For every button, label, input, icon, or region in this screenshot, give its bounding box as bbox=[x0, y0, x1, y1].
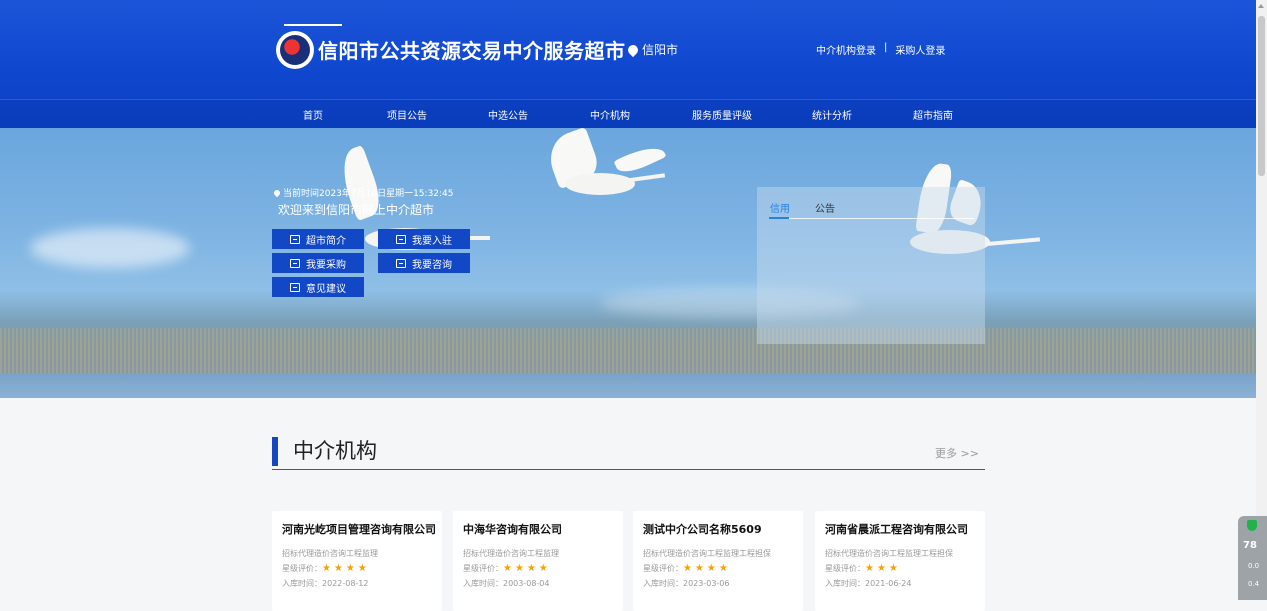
agency-rating: 星级评价：★★★★ bbox=[463, 563, 613, 574]
cloud bbox=[30, 228, 190, 268]
main-nav: 首页 项目公告 中选公告 中介机构 服务质量评级 统计分析 超市指南 bbox=[0, 99, 1256, 128]
section-divider bbox=[272, 469, 985, 470]
button-label: 我要入驻 bbox=[412, 235, 452, 247]
login-separator: | bbox=[884, 42, 888, 53]
agency-join-date: 入库时间：2003-08-04 bbox=[463, 579, 550, 588]
upload-speed: 0.0 bbox=[1248, 562, 1260, 570]
nav-active-indicator bbox=[284, 24, 342, 26]
feedback-button[interactable]: 意见建议 bbox=[272, 277, 364, 297]
section-accent-bar bbox=[272, 437, 278, 466]
nav-statistics[interactable]: 统计分析 bbox=[812, 107, 852, 122]
notice-panel: 信用 公告 bbox=[757, 187, 985, 344]
button-label: 超市简介 bbox=[306, 235, 346, 247]
agency-login-link[interactable]: 中介机构登录 bbox=[816, 42, 876, 57]
star-rating: ★★★★ bbox=[322, 563, 370, 574]
city-label: 信阳市 bbox=[642, 43, 679, 57]
nav-service-rating[interactable]: 服务质量评级 bbox=[692, 107, 752, 122]
agency-card[interactable]: 河南光屹项目管理咨询有限公司 招标代理造价咨询工程监理 星级评价：★★★★ 入库… bbox=[272, 511, 442, 611]
purchase-button[interactable]: 我要采购 bbox=[272, 253, 364, 273]
tab-announcement[interactable]: 公告 bbox=[815, 200, 835, 215]
agency-services: 招标代理造价咨询工程监理 bbox=[282, 549, 378, 558]
agency-rating: 星级评价：★★★★ bbox=[643, 563, 793, 574]
widget-score: 78 bbox=[1243, 540, 1257, 551]
city-selector[interactable]: 信阳市 bbox=[625, 41, 679, 58]
star-rating: ★★★★ bbox=[503, 563, 551, 574]
agency-rating: 星级评价：★★★ bbox=[825, 563, 975, 574]
tab-active-indicator bbox=[769, 217, 789, 219]
hero-banner bbox=[0, 128, 1256, 398]
rating-label: 星级评价： bbox=[825, 564, 865, 573]
agency-services: 招标代理造价咨询工程监理工程担保 bbox=[643, 549, 771, 558]
scroll-up-icon[interactable] bbox=[1258, 4, 1264, 8]
rating-label: 星级评价： bbox=[643, 564, 683, 573]
welcome-text: 欢迎来到信阳市网上中介超市 bbox=[278, 203, 435, 217]
purchaser-login-link[interactable]: 采购人登录 bbox=[895, 42, 945, 57]
agency-name[interactable]: 测试中介公司名称5609 bbox=[643, 521, 793, 537]
cart-icon bbox=[290, 258, 300, 268]
logo-icon[interactable] bbox=[276, 31, 314, 69]
vertical-scrollbar[interactable] bbox=[1256, 0, 1267, 600]
swan-image bbox=[540, 128, 680, 208]
nav-home[interactable]: 首页 bbox=[303, 107, 323, 122]
agency-services: 招标代理造价咨询工程监理工程担保 bbox=[825, 549, 953, 558]
download-speed: 0.4 bbox=[1248, 580, 1260, 588]
register-icon bbox=[396, 234, 406, 244]
site-title[interactable]: 信阳市公共资源交易中介服务超市 bbox=[318, 35, 626, 64]
tab-divider bbox=[769, 218, 974, 219]
about-market-button[interactable]: 超市简介 bbox=[272, 229, 364, 249]
nav-agencies[interactable]: 中介机构 bbox=[590, 107, 630, 122]
agency-name[interactable]: 河南省晨派工程咨询有限公司 bbox=[825, 521, 975, 537]
edit-icon bbox=[290, 282, 300, 292]
button-label: 我要咨询 bbox=[412, 259, 452, 271]
star-rating: ★★★ bbox=[865, 563, 901, 574]
current-time-text: 当前时间2023年7月10日星期一15:32:45 bbox=[283, 189, 454, 199]
button-label: 意见建议 bbox=[306, 283, 346, 295]
login-links: 中介机构登录 | 采购人登录 bbox=[816, 42, 945, 57]
shield-icon bbox=[1247, 520, 1257, 531]
water-image bbox=[0, 373, 1256, 398]
agency-name[interactable]: 中海华咨询有限公司 bbox=[463, 521, 613, 537]
building-icon bbox=[290, 234, 300, 244]
nav-selection-notice[interactable]: 中选公告 bbox=[488, 107, 528, 122]
star-rating: ★★★★ bbox=[683, 563, 731, 574]
register-button[interactable]: 我要入驻 bbox=[378, 229, 470, 249]
consult-icon bbox=[396, 258, 406, 268]
network-monitor-widget[interactable]: 78 0.0 0.4 bbox=[1238, 516, 1267, 600]
rating-label: 星级评价： bbox=[463, 564, 503, 573]
section-title: 中介机构 bbox=[293, 439, 377, 463]
agency-card[interactable]: 测试中介公司名称5609 招标代理造价咨询工程监理工程担保 星级评价：★★★★ … bbox=[633, 511, 803, 611]
agency-rating: 星级评价：★★★★ bbox=[282, 563, 432, 574]
rating-label: 星级评价： bbox=[282, 564, 322, 573]
location-pin-icon bbox=[272, 188, 282, 197]
consult-button[interactable]: 我要咨询 bbox=[378, 253, 470, 273]
button-label: 我要采购 bbox=[306, 259, 346, 271]
agency-services: 招标代理造价咨询工程监理 bbox=[463, 549, 559, 558]
more-link[interactable]: 更多 >> bbox=[935, 445, 979, 461]
site-header: 信阳市公共资源交易中介服务超市 信阳市 中介机构登录 | 采购人登录 首页 项目… bbox=[0, 0, 1256, 128]
location-pin-icon bbox=[625, 42, 641, 57]
agency-join-date: 入库时间：2021-06-24 bbox=[825, 579, 912, 588]
agency-join-date: 入库时间：2023-03-06 bbox=[643, 579, 730, 588]
agency-join-date: 入库时间：2022-08-12 bbox=[282, 579, 369, 588]
scrollbar-thumb[interactable] bbox=[1258, 16, 1265, 176]
agency-card[interactable]: 河南省晨派工程咨询有限公司 招标代理造价咨询工程监理工程担保 星级评价：★★★ … bbox=[815, 511, 985, 611]
nav-guide[interactable]: 超市指南 bbox=[913, 107, 953, 122]
agency-name[interactable]: 河南光屹项目管理咨询有限公司 bbox=[282, 521, 436, 537]
agency-card[interactable]: 中海华咨询有限公司 招标代理造价咨询工程监理 星级评价：★★★★ 入库时间：20… bbox=[453, 511, 623, 611]
current-time: 当前时间2023年7月10日星期一15:32:45 bbox=[272, 186, 454, 199]
nav-project-notice[interactable]: 项目公告 bbox=[387, 107, 427, 122]
reeds-image bbox=[0, 328, 1256, 378]
tab-credit[interactable]: 信用 bbox=[770, 200, 790, 215]
